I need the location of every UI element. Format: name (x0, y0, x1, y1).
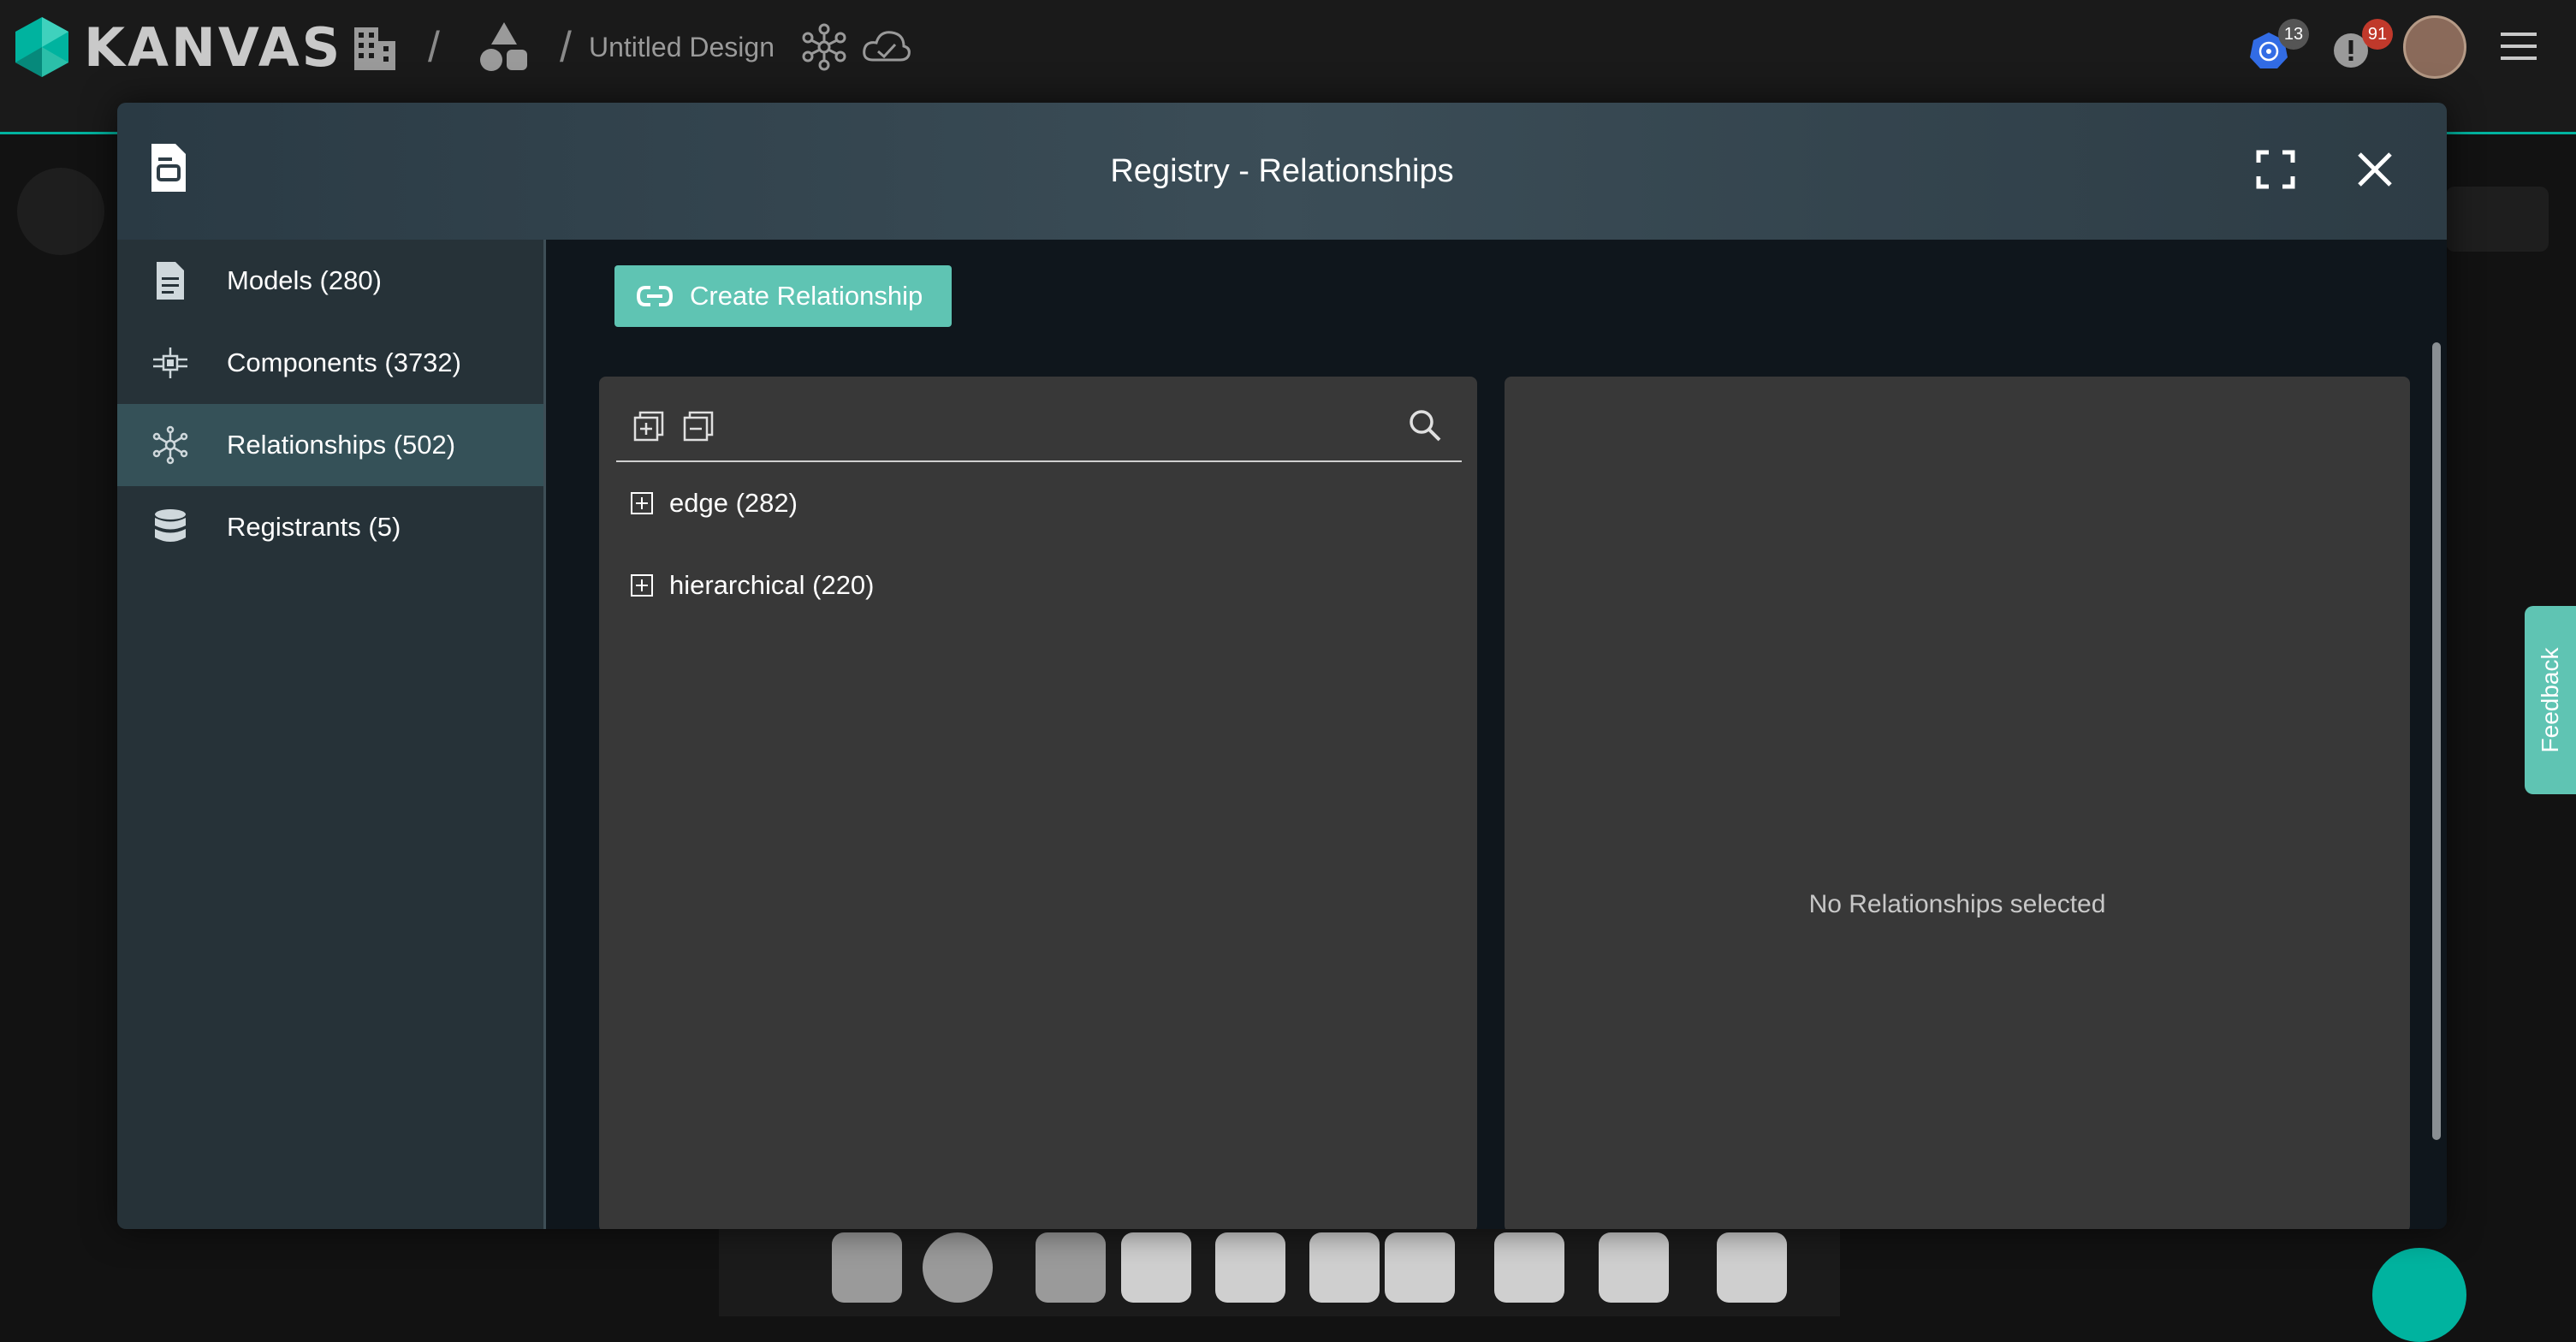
cloud-icon[interactable] (858, 19, 914, 75)
sidebar-item-label: Components (3732) (227, 347, 461, 377)
sidebar-item-label: Registrants (5) (227, 512, 401, 542)
sidebar-item-registrants[interactable]: Registrants (5) (117, 486, 543, 568)
breadcrumb-separator: / (428, 23, 440, 71)
shapes-icon[interactable] (476, 19, 532, 75)
registry-sidebar: Models (280) Components (3732) Relations… (117, 240, 546, 1229)
component-icon (153, 347, 187, 378)
menu-icon[interactable] (2497, 27, 2540, 65)
kanvas-logo[interactable] (12, 15, 72, 79)
link-icon (636, 286, 674, 306)
sidebar-item-models[interactable]: Models (280) (117, 240, 543, 322)
registry-content: Create Relationship edge (282) hierarchi… (546, 240, 2447, 1229)
component-tool-icon[interactable] (832, 1232, 902, 1303)
search-icon[interactable] (1407, 407, 1443, 443)
bug-report-button[interactable] (2372, 1248, 2466, 1342)
sidebar-item-label: Models (280) (227, 265, 382, 295)
avatar[interactable] (2403, 15, 2466, 79)
notifications-button[interactable]: 91 (2330, 19, 2393, 75)
feedback-tab[interactable]: Feedback (2525, 606, 2576, 794)
close-icon[interactable] (2356, 151, 2394, 188)
registry-modal: Registry - Relationships Models (280) Co… (117, 103, 2447, 1229)
expand-all-icon[interactable] (632, 409, 666, 443)
help-tool-icon[interactable] (1717, 1232, 1787, 1303)
comment-tool-icon[interactable] (1121, 1232, 1191, 1303)
canvas-menu-button[interactable] (17, 168, 104, 255)
tree-item-label: edge (282) (669, 488, 798, 518)
sidebar-item-components[interactable]: Components (3732) (117, 322, 543, 404)
empty-state-message: No Relationships selected (1808, 890, 2106, 918)
sidebar-item-relationships[interactable]: Relationships (502) (117, 404, 543, 486)
tree-item-label: hierarchical (220) (669, 570, 875, 600)
search-input-underline[interactable] (616, 460, 1462, 462)
kubernetes-badge: 13 (2278, 19, 2309, 50)
relationship-details-panel: No Relationships selected (1505, 377, 2410, 1229)
collapse-all-icon[interactable] (681, 409, 715, 443)
kubernetes-tool-icon[interactable] (923, 1232, 993, 1303)
relationship-icon (152, 425, 188, 465)
plus-square-icon (631, 574, 653, 597)
modal-header: Registry - Relationships (117, 103, 2447, 240)
kubernetes-context-button[interactable]: 13 (2246, 19, 2309, 75)
shapes-tool-icon[interactable] (1036, 1232, 1106, 1303)
building-icon[interactable] (346, 19, 402, 75)
breadcrumb-separator: / (560, 23, 572, 71)
canvas-share-pill[interactable] (2446, 187, 2549, 252)
design-title[interactable]: Untitled Design (589, 19, 775, 75)
text-tool-icon[interactable] (1309, 1232, 1380, 1303)
notifications-badge: 91 (2362, 19, 2393, 50)
modal-title: Registry - Relationships (1110, 153, 1454, 189)
draw-tool-icon[interactable] (1599, 1232, 1669, 1303)
create-relationship-label: Create Relationship (690, 281, 923, 311)
brand-name: KANVAS (84, 16, 343, 79)
create-relationship-button[interactable]: Create Relationship (614, 265, 952, 327)
fullscreen-icon[interactable] (2255, 149, 2296, 190)
image-tool-icon[interactable] (1215, 1232, 1285, 1303)
plus-square-icon (631, 492, 653, 514)
feedback-label: Feedback (2537, 647, 2563, 753)
sidebar-item-label: Relationships (502) (227, 430, 456, 460)
document-icon (157, 262, 184, 300)
database-icon (155, 509, 186, 542)
cluster-icon[interactable] (796, 19, 852, 75)
modal-scrollbar[interactable] (2432, 342, 2441, 1140)
frame-tool-icon[interactable] (1385, 1232, 1455, 1303)
relationship-tree-panel: edge (282) hierarchical (220) (599, 377, 1477, 1229)
pen-tool-icon[interactable] (1494, 1232, 1564, 1303)
